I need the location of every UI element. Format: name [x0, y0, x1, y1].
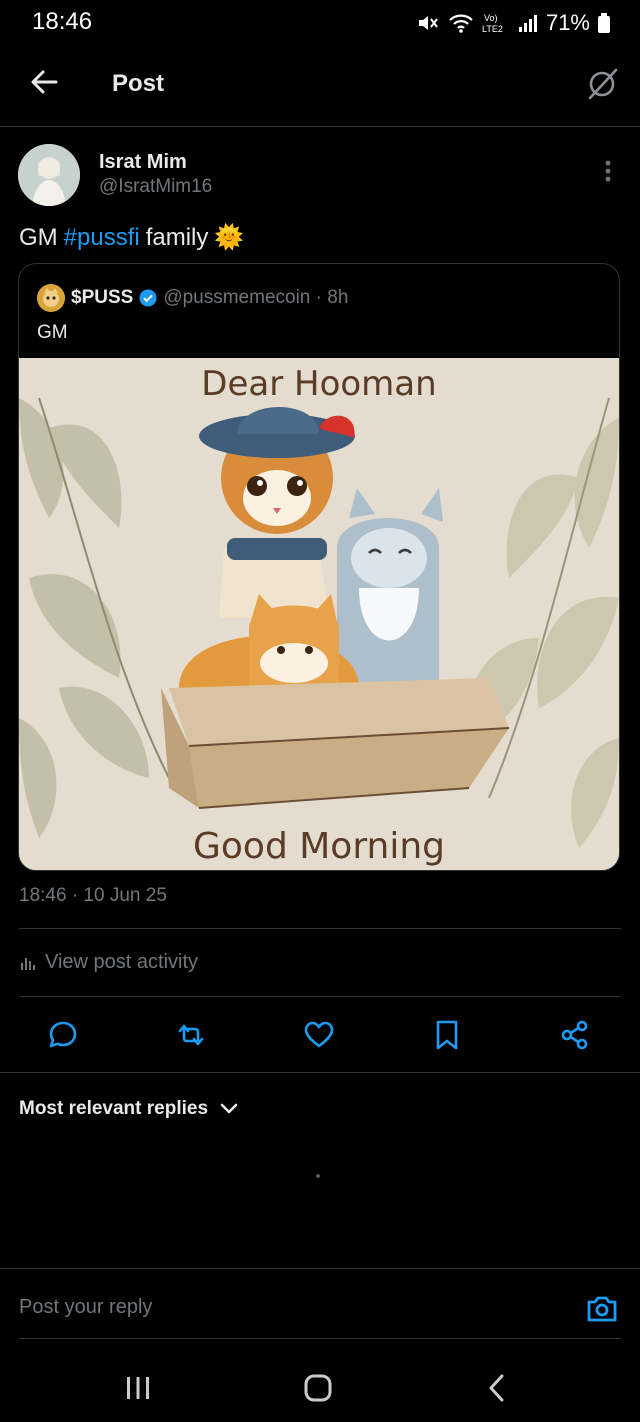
composer-top-divider: [0, 1268, 640, 1269]
wifi-icon: [449, 14, 473, 33]
view-post-activity[interactable]: View post activity: [19, 951, 198, 974]
signal-icon: [518, 15, 537, 32]
author-name[interactable]: Israt Mim: [99, 151, 187, 174]
quote-avatar[interactable]: [37, 284, 65, 312]
actions-divider: [0, 1072, 640, 1073]
image-caption-top: Dear Hooman: [201, 364, 437, 404]
post-text-start: GM: [19, 223, 58, 251]
sun-emoji-icon: 🌞: [214, 224, 245, 251]
reply-input[interactable]: [19, 1296, 539, 1319]
composer-bottom-divider: [19, 1338, 621, 1339]
analytics-icon: [21, 957, 35, 970]
grok-icon[interactable]: [584, 66, 620, 102]
repost-icon[interactable]: [174, 1018, 208, 1052]
more-options-icon[interactable]: [598, 156, 618, 186]
like-icon[interactable]: [302, 1018, 336, 1052]
cats-illustration: [19, 358, 619, 870]
status-icons: Vo) LTE2 71%: [416, 10, 610, 36]
quote-header: $PUSS @pussmemecoin · 8h: [37, 284, 348, 312]
reply-icon[interactable]: [46, 1018, 80, 1052]
author-handle[interactable]: @IsratMim16: [99, 176, 212, 198]
quote-author-name[interactable]: $PUSS: [71, 287, 133, 309]
post-text-end: family: [145, 223, 209, 251]
lte-icon: Vo) LTE2: [482, 13, 503, 34]
battery-percent: 71%: [545, 10, 590, 35]
view-post-activity-label: View post activity: [45, 951, 199, 973]
quote-text: GM: [37, 322, 68, 343]
post-text: GM #pussfi family 🌞: [19, 223, 244, 252]
back-nav-icon[interactable]: [478, 1368, 518, 1408]
battery-icon: [598, 13, 610, 33]
author-avatar[interactable]: [18, 144, 80, 206]
share-icon[interactable]: [558, 1018, 592, 1052]
recent-apps-icon[interactable]: [118, 1368, 158, 1408]
status-time: 18:46: [32, 8, 93, 35]
quote-handle-time: @pussmemecoin · 8h: [163, 287, 349, 308]
activity-divider: [19, 996, 621, 997]
loading-indicator: [316, 1174, 320, 1178]
mute-icon: [418, 16, 438, 30]
home-icon[interactable]: [298, 1368, 338, 1408]
hashtag-link[interactable]: #pussfi: [64, 224, 140, 252]
svg-text:LTE2: LTE2: [482, 24, 503, 34]
page-title: Post: [112, 70, 165, 97]
camera-icon[interactable]: [584, 1291, 620, 1327]
post-timestamp: 18:46 · 10 Jun 25: [19, 885, 167, 906]
chevron-down-icon: [220, 1103, 238, 1114]
svg-text:Vo): Vo): [484, 13, 498, 23]
quoted-post-card[interactable]: $PUSS @pussmemecoin · 8h GM Dear Hooman …: [18, 263, 620, 871]
quote-image[interactable]: Dear Hooman Good Morning: [19, 358, 619, 870]
arrow-left-icon[interactable]: [26, 64, 62, 100]
bookmark-icon[interactable]: [430, 1018, 464, 1052]
image-caption-bottom: Good Morning: [193, 826, 445, 867]
timestamp-divider: [19, 928, 621, 929]
replies-sort-dropdown[interactable]: Most relevant replies: [19, 1098, 238, 1120]
replies-sort-label: Most relevant replies: [19, 1098, 209, 1119]
verified-badge-icon: [139, 289, 157, 307]
header-divider: [0, 126, 640, 127]
